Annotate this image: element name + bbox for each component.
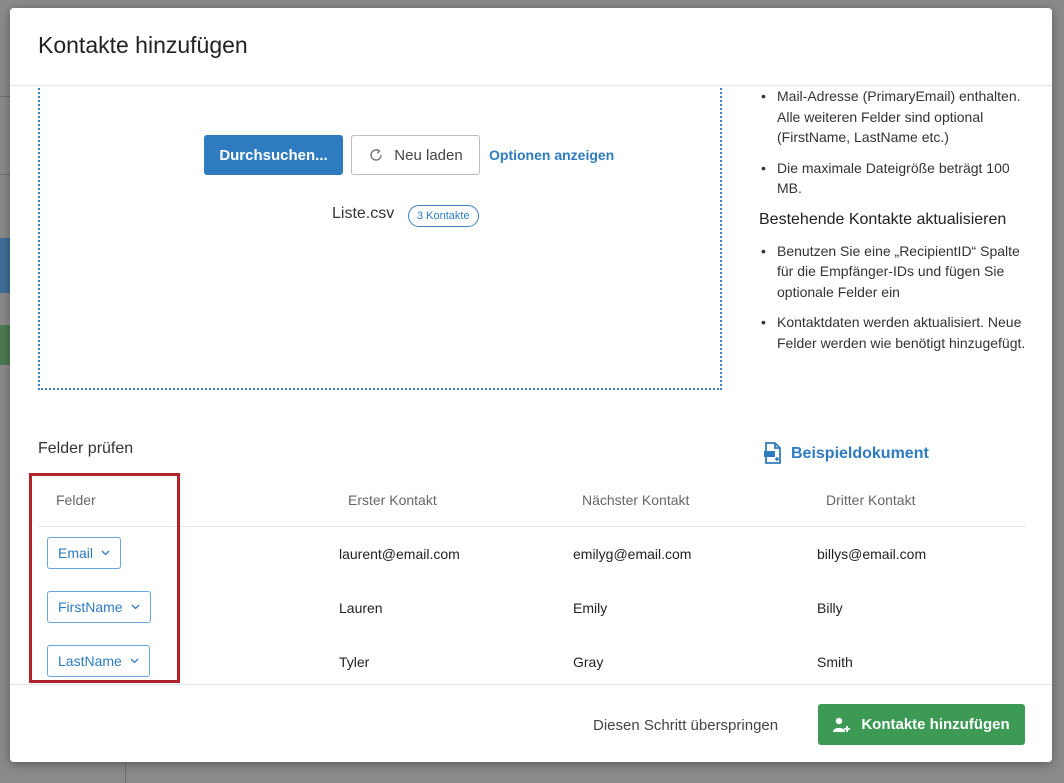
add-contacts-dialog: Kontakte hinzufügen Durchsuchen... Neu l… (10, 8, 1052, 762)
table-cell: emilyg@email.com (573, 546, 692, 562)
instructions-panel: Mail-Adresse (PrimaryEmail) enthalten. A… (759, 86, 1029, 363)
table-cell: Emily (573, 600, 608, 616)
table-row: Email laurent@email.com emilyg@email.com… (38, 526, 1026, 580)
chevron-down-icon (101, 550, 110, 556)
table-cell: Billy (817, 600, 843, 616)
background-divider (125, 762, 126, 783)
column-header-first-contact: Erster Kontakt (348, 492, 437, 508)
table-cell: Gray (573, 654, 604, 670)
field-select-label: LastName (58, 653, 122, 669)
dialog-footer: Diesen Schritt überspringen Kontakte hin… (10, 684, 1052, 762)
review-fields-title: Felder prüfen (38, 440, 134, 457)
reload-button-label: Neu laden (394, 146, 463, 164)
field-select-label: FirstName (58, 599, 123, 615)
add-contacts-button-label: Kontakte hinzufügen (861, 716, 1010, 733)
column-header-third-contact: Dritter Kontakt (826, 492, 916, 508)
column-header-fields: Felder (56, 492, 96, 508)
add-contacts-button[interactable]: Kontakte hinzufügen (818, 704, 1025, 745)
field-select-lastname[interactable]: LastName (47, 645, 150, 677)
table-cell: Lauren (339, 600, 383, 616)
table-cell: Smith (817, 654, 853, 670)
instruction-item: Kontaktdaten werden aktualisiert. Neue F… (759, 312, 1029, 353)
add-user-icon (833, 717, 851, 732)
fields-table-header: Felder Erster Kontakt Nächster Kontakt D… (38, 484, 1026, 527)
skip-step-button[interactable]: Diesen Schritt überspringen (593, 717, 778, 734)
column-header-next-contact: Nächster Kontakt (582, 492, 690, 508)
background-sidebar-item (0, 238, 10, 293)
field-select-label: Email (58, 545, 94, 561)
instruction-item: Benutzen Sie eine „RecipientID“ Spalte f… (759, 241, 1029, 303)
update-contacts-heading: Bestehende Kontakte aktualisieren (759, 210, 1007, 228)
table-row: FirstName Lauren Emily Billy (38, 580, 1026, 634)
file-dropzone[interactable]: Durchsuchen... Neu laden Optionen anzeig… (38, 86, 722, 390)
field-select-firstname[interactable]: FirstName (47, 591, 151, 623)
reload-button[interactable]: Neu laden (351, 135, 480, 175)
instruction-item: Mail-Adresse (PrimaryEmail) enthalten. A… (759, 86, 1029, 148)
background-divider (0, 174, 10, 175)
background-badge (0, 325, 10, 365)
instruction-item: Die maximale Dateigröße beträgt 100 MB. (759, 158, 1029, 199)
table-cell: Tyler (339, 654, 370, 670)
field-select-email[interactable]: Email (47, 537, 122, 569)
document-icon (764, 442, 781, 464)
chevron-down-icon (130, 658, 139, 664)
dialog-header: Kontakte hinzufügen (10, 8, 1052, 86)
sample-document-link[interactable]: Beispieldokument (763, 442, 929, 466)
show-options-link[interactable]: Optionen anzeigen (489, 147, 614, 163)
file-name: Liste.csv (332, 205, 395, 222)
dialog-body[interactable]: Durchsuchen... Neu laden Optionen anzeig… (10, 86, 1052, 684)
table-cell: billys@email.com (817, 546, 927, 562)
sample-document-label: Beispieldokument (791, 445, 929, 462)
table-row: LastName Tyler Gray Smith (38, 634, 1026, 684)
reload-icon (370, 148, 382, 161)
contacts-count-badge: 3 Kontakte (408, 205, 479, 227)
chevron-down-icon (131, 604, 140, 610)
table-cell: laurent@email.com (339, 546, 460, 562)
dialog-title: Kontakte hinzufügen (38, 32, 248, 58)
background-divider (0, 96, 10, 97)
browse-button[interactable]: Durchsuchen... (204, 135, 343, 175)
